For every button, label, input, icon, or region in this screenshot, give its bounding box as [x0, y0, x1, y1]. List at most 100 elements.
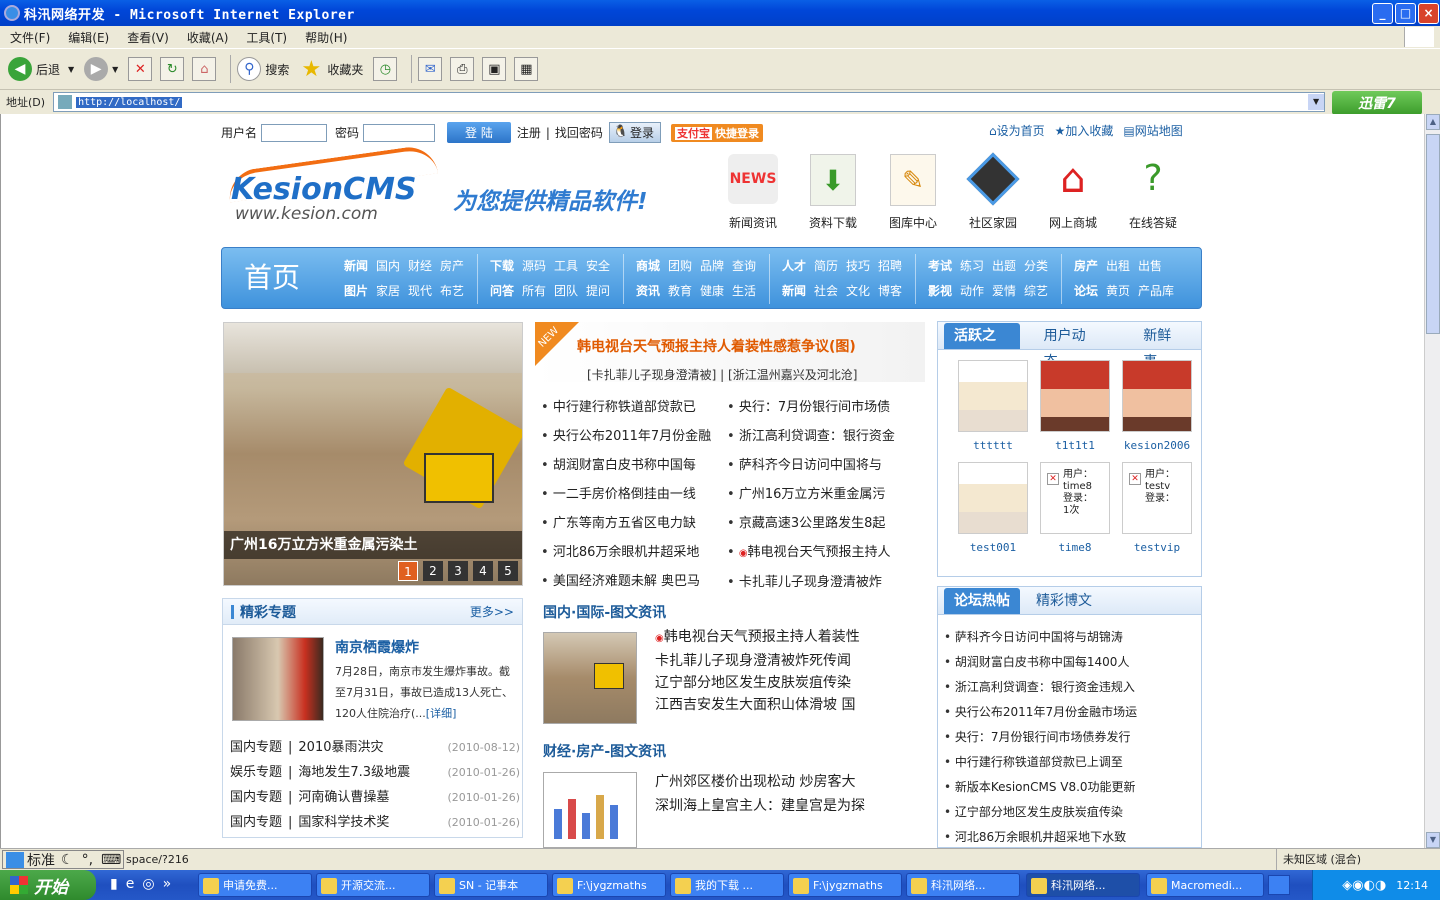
refresh-icon[interactable]: ↻ [160, 57, 185, 81]
nav-link[interactable]: 家居 [376, 279, 400, 304]
special-more-link[interactable]: 更多>> [470, 603, 514, 620]
special-item[interactable]: 娱乐专题 | 海地发生7.3级地震 (2010-01-26) [230, 760, 520, 785]
taskbar-item[interactable]: SN - 记事本 [434, 873, 548, 897]
special-item[interactable]: 国内专题 | 国家科学技术奖 (2010-01-26) [230, 810, 520, 835]
special-category[interactable]: 国内专题 [230, 735, 282, 760]
slide-caption[interactable]: 广州16万立方米重金属污染土 [224, 531, 522, 559]
user-card[interactable]: ✕ 用户： time8 登录： 1次 time8 [1034, 462, 1116, 554]
forum-item[interactable]: 浙江高利贷调查：银行资金违规入 [944, 675, 1199, 700]
special-category[interactable]: 国内专题 [230, 785, 282, 810]
nav-link[interactable]: 产品库 [1138, 279, 1174, 304]
news-item[interactable]: 美国经济难题未解 奥巴马 [541, 567, 721, 596]
user-name[interactable]: testvip [1134, 541, 1180, 554]
nav-link[interactable]: 源码 [522, 254, 546, 279]
special-category[interactable]: 娱乐专题 [230, 760, 282, 785]
nav-link[interactable]: 技巧 [846, 254, 870, 279]
nav-link[interactable]: 综艺 [1024, 279, 1048, 304]
more-icon[interactable]: » [163, 876, 172, 892]
nav-link[interactable]: 房产 [440, 254, 464, 279]
intl-item[interactable]: 卡扎菲儿子现身澄清被炸死传闻 [655, 650, 915, 672]
nav-link[interactable]: 生活 [732, 279, 756, 304]
channel-shop[interactable]: ⌂ 网上商城 [1033, 154, 1113, 231]
avatar[interactable] [958, 462, 1028, 534]
nav-link[interactable]: 安全 [586, 254, 610, 279]
nav-link[interactable]: 提问 [586, 279, 610, 304]
nav-category[interactable]: 人才 [782, 254, 806, 279]
forum-item[interactable]: 河北86万余眼机井超采地下水致 [944, 825, 1199, 848]
search-button[interactable]: ⚲ 搜索 [237, 57, 289, 81]
news-item[interactable]: 卡扎菲儿子现身澄清被炸 [727, 568, 923, 597]
nav-category[interactable]: 问答 [490, 279, 514, 304]
slide-page-4[interactable]: 4 [473, 561, 493, 581]
menu-file[interactable]: 文件(F) [10, 29, 50, 46]
nav-link[interactable]: 练习 [960, 254, 984, 279]
nav-category[interactable]: 新闻 [782, 279, 806, 304]
news-item[interactable]: 中行建行称铁道部贷款已 [541, 393, 721, 422]
favorites-button[interactable]: ★ 收藏夹 [299, 57, 363, 82]
news-item[interactable]: 央行：7月份银行间市场债 [727, 393, 923, 422]
stop-icon[interactable]: ✕ [128, 57, 153, 81]
finance-item[interactable]: 深圳海上皇宫主人：建皇宫是为探 [655, 794, 915, 818]
avatar[interactable] [1040, 360, 1110, 432]
username-input[interactable] [261, 123, 328, 142]
finance-chart-image[interactable] [543, 772, 637, 848]
forum-item[interactable]: 萨科齐今日访问中国将与胡锦涛 [944, 625, 1199, 650]
slide-page-5[interactable]: 5 [498, 561, 518, 581]
slide-page-1[interactable]: 1 [398, 561, 418, 581]
nav-link[interactable]: 动作 [960, 279, 984, 304]
history-icon[interactable]: ◷ [373, 57, 398, 81]
special-category[interactable]: 国内专题 [230, 810, 282, 835]
nav-link[interactable]: 所有 [522, 279, 546, 304]
forum-item[interactable]: 央行：7月份银行间市场债券发行 [944, 725, 1199, 750]
taskbar-item[interactable]: Macromedi... [1146, 873, 1264, 897]
nav-category[interactable]: 商城 [636, 254, 660, 279]
site-logo[interactable]: KesionCMS www.kesion.com [225, 143, 447, 238]
channel-gallery[interactable]: ✎ 图库中心 [873, 154, 953, 231]
scroll-up-icon[interactable]: ▲ [1426, 114, 1440, 130]
edit-icon[interactable]: ▣ [482, 57, 507, 81]
address-dropdown-icon[interactable]: ▼ [1308, 94, 1325, 110]
tray-icons[interactable]: ◈◉◐◑ [1342, 878, 1386, 893]
special-detail-link[interactable]: [详细] [426, 707, 457, 720]
window-titlebar[interactable]: 科汛网络开发 - Microsoft Internet Explorer _ □… [0, 0, 1440, 26]
special-name[interactable]: 海地发生7.3级地震 [298, 760, 410, 785]
special-name[interactable]: 2010暴雨洪灾 [298, 735, 383, 760]
intl-image[interactable] [543, 632, 637, 724]
user-card[interactable]: test001 [952, 462, 1034, 554]
user-card[interactable]: ✕ 用户： testv 登录： testvip [1116, 462, 1198, 554]
close-button[interactable]: × [1418, 3, 1439, 24]
intl-title[interactable]: 国内·国际-图文资讯 [543, 602, 666, 622]
nav-link[interactable]: 分类 [1024, 254, 1048, 279]
register-link[interactable]: 注册 [517, 124, 541, 141]
nav-link[interactable]: 爱情 [992, 279, 1016, 304]
taskbar-item[interactable]: 开源交流... [316, 873, 430, 897]
intl-item[interactable]: 辽宁部分地区发生皮肤炭疽传染 [655, 672, 915, 694]
tab-blog[interactable]: 精彩博文 [1026, 588, 1102, 614]
news-item[interactable]: 胡润财富白皮书称中国每 [541, 451, 721, 480]
minimize-button[interactable]: _ [1372, 3, 1393, 24]
slideshow[interactable]: 广州16万立方米重金属污染土 1 2 3 4 5 [223, 322, 523, 586]
menu-view[interactable]: 查看(V) [127, 29, 169, 46]
browser-quick-icon[interactable]: ◎ [142, 876, 154, 892]
news-item[interactable]: 广东等南方五省区电力缺 [541, 509, 721, 538]
nav-link[interactable]: 国内 [376, 254, 400, 279]
nav-link[interactable]: 文化 [846, 279, 870, 304]
user-name[interactable]: tttttt [973, 439, 1013, 452]
nav-link[interactable]: 团购 [668, 254, 692, 279]
intl-item[interactable]: ◉韩电视台天气预报主持人着装性 [655, 626, 915, 650]
channel-community[interactable]: 社区家园 [953, 152, 1033, 231]
avatar[interactable]: ✕ 用户： time8 登录： 1次 [1040, 462, 1110, 534]
nav-category[interactable]: 考试 [928, 254, 952, 279]
news-item[interactable]: 一二手房价格倒挂由一线 [541, 480, 721, 509]
user-card[interactable]: tttttt [952, 360, 1034, 452]
address-input[interactable]: http://localhost/ ▼ [53, 92, 1326, 112]
desktop-icon[interactable]: ▮ [110, 876, 118, 892]
forum-item[interactable]: 央行公布2011年7月份金融市场运 [944, 700, 1199, 725]
nav-link[interactable]: 现代 [408, 279, 432, 304]
print-icon[interactable]: ⎙ [450, 57, 475, 81]
nav-link[interactable]: 博客 [878, 279, 902, 304]
news-item[interactable]: 浙江高利贷调查：银行资金 [727, 422, 923, 451]
special-feature-image[interactable] [232, 637, 324, 721]
user-card[interactable]: t1t1t1 [1034, 360, 1116, 452]
nav-link[interactable]: 工具 [554, 254, 578, 279]
